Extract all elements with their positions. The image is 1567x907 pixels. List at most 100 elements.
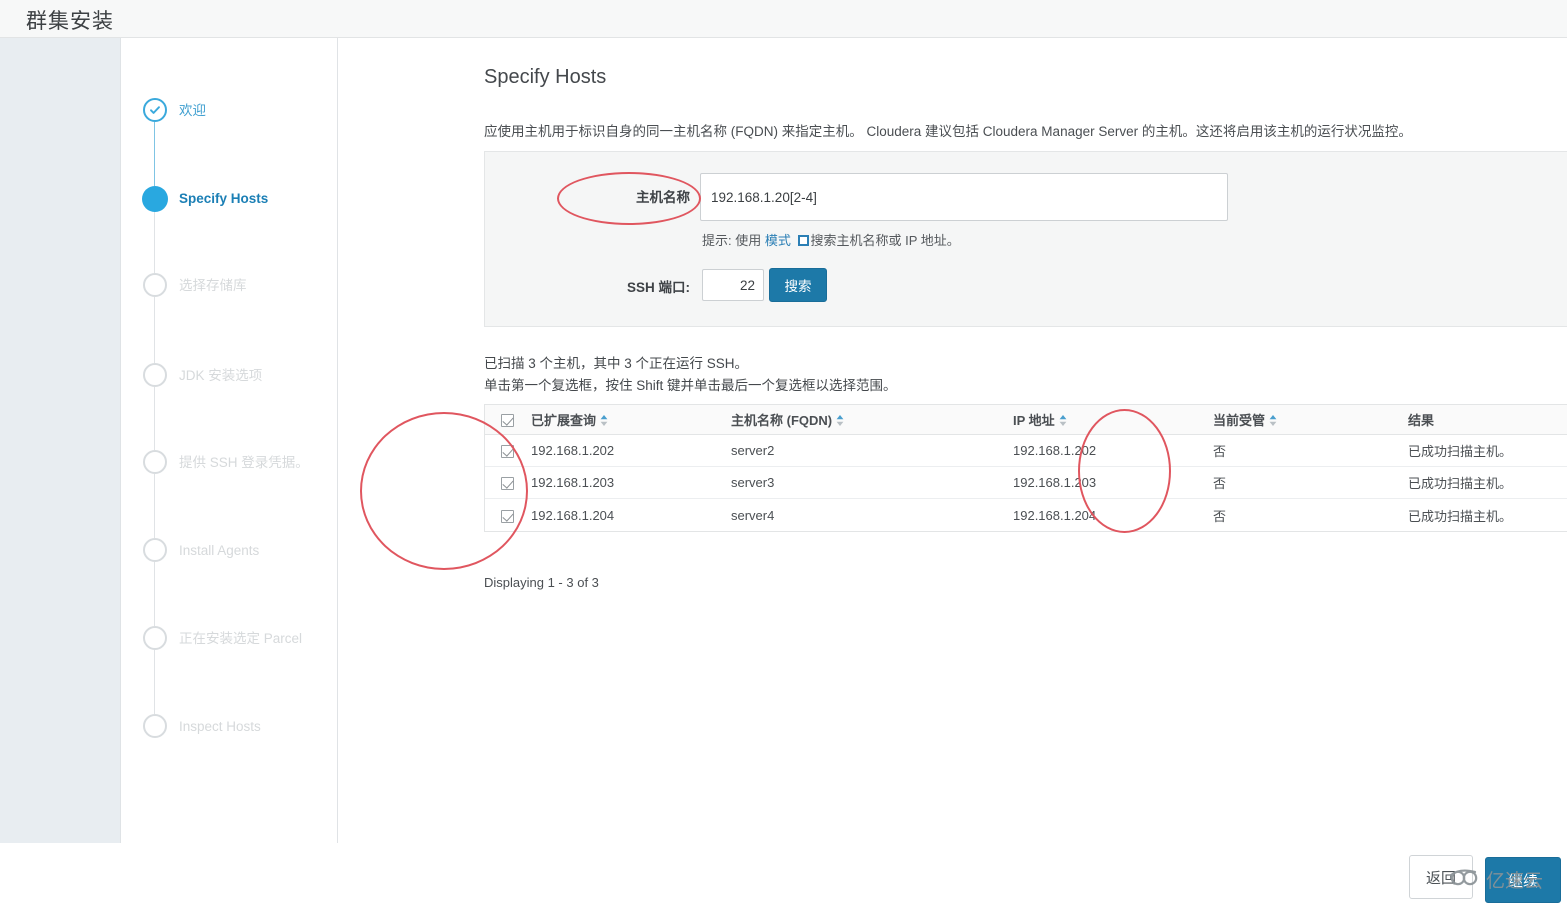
table-header-label: 已扩展查询 [531, 412, 597, 428]
cell-ip: 192.168.1.202 [1013, 443, 1097, 458]
ssh-port-label: SSH 端口: [626, 280, 690, 295]
cell-query: 192.168.1.204 [531, 507, 615, 523]
table-header-query[interactable]: 已扩展查询 [531, 410, 731, 429]
checkbox-icon [501, 477, 514, 491]
step-check-icon [143, 98, 167, 122]
table-header-managed[interactable]: 当前受管 [1213, 410, 1408, 429]
table-row[interactable]: 192.168.1.202 server2 192.168.1.202 否 已成功扫描主… [485, 435, 1567, 467]
checkbox-icon [501, 509, 514, 523]
row-checkbox[interactable] [485, 507, 531, 523]
stepper-item-label: Install Agents [179, 543, 260, 558]
step-empty-dot-icon [143, 538, 167, 562]
cell-fqdn: server4 [731, 507, 775, 523]
watermark-text: 亿速云 [1486, 871, 1544, 892]
cell-managed: 否 [1213, 444, 1227, 459]
page-title: 群集安装 [26, 10, 114, 33]
wizard-stepper: 欢迎 Specify Hosts 选择存储库 JDK 安装选项提供 SSH 登录凭据。… [121, 38, 338, 843]
hostname-hint: 提示: 使用 模式 搜索主机名称或 IP 地址。 [702, 230, 960, 249]
wizard-footer: 返回 继续 [0, 843, 1567, 907]
cloud-icon [1448, 867, 1482, 893]
step-empty-dot-icon [143, 626, 167, 650]
stepper-item-label: 欢迎 [179, 103, 206, 118]
cell-fqdn: server2 [731, 443, 775, 458]
section-heading: Specify Hosts [484, 66, 607, 88]
stepper-item-label: 提供 SSH 登录凭据。 [179, 455, 309, 470]
pattern-link[interactable]: 模式 [765, 233, 791, 248]
cell-result: 已成功扫描主机。 [1408, 476, 1513, 491]
table-header-label: 主机名称 (FQDN) [731, 412, 833, 428]
cell-ip: 192.168.1.204 [1013, 507, 1097, 523]
window-titlebar: 群集安装 [0, 0, 1567, 38]
step-connector [154, 474, 155, 538]
checkbox-icon [501, 445, 514, 459]
cell-managed: 否 [1213, 476, 1227, 491]
scan-summary: 已扫描 3 个主机，其中 3 个正在运行 SSH。 单击第一个复选框，按住 Sh… [484, 353, 897, 397]
sort-arrows-icon[interactable] [1059, 414, 1067, 429]
sort-arrows-icon[interactable] [1269, 414, 1277, 429]
cell-query: 192.168.1.203 [531, 475, 615, 490]
table-header-fqdn[interactable]: 主机名称 (FQDN) [731, 410, 1013, 429]
scan-summary-line-1: 已扫描 3 个主机，其中 3 个正在运行 SSH。 [484, 356, 749, 371]
table-header-result: 结果 [1408, 410, 1567, 429]
step-empty-dot-icon [143, 363, 167, 387]
cell-query: 192.168.1.202 [531, 443, 615, 458]
checkbox-icon [501, 414, 514, 428]
table-header-label: IP 地址 [1013, 412, 1055, 428]
pattern-square-icon [797, 235, 809, 246]
sort-arrows-icon[interactable] [836, 414, 844, 429]
table-header-ip[interactable]: IP 地址 [1013, 410, 1213, 429]
step-active-dot-icon [142, 186, 168, 212]
table-row[interactable]: 192.168.1.203 server3 192.168.1.203 否 已成功扫描主… [485, 467, 1567, 499]
stepper-item-label: Specify Hosts [179, 191, 269, 206]
stepper-item-6: Install Agents [121, 538, 338, 568]
stepper-item-1[interactable]: 欢迎 [121, 98, 338, 128]
search-button[interactable]: 搜索 [769, 268, 827, 302]
step-connector [154, 297, 155, 363]
row-checkbox[interactable] [485, 443, 531, 459]
wizard-container: 欢迎 Specify Hosts 选择存储库 JDK 安装选项提供 SSH 登录凭据。… [120, 38, 1567, 843]
pagination-status: Displaying 1 - 3 of 3 [484, 575, 599, 590]
main-panel: Specify Hosts 应使用主机用于标识自身的同一主机名称 (FQDN) … [339, 38, 1567, 843]
step-empty-dot-icon [143, 714, 167, 738]
stepper-item-label: 正在安装选定 Parcel [179, 631, 303, 646]
step-connector [154, 210, 155, 273]
stepper-item-label: 选择存储库 [179, 278, 247, 293]
step-connector [154, 387, 155, 450]
step-empty-dot-icon [143, 273, 167, 297]
row-checkbox[interactable] [485, 475, 531, 491]
cell-managed: 否 [1213, 508, 1227, 524]
table-header-row: 已扩展查询 主机名称 (FQDN) IP 地址 当前受管 结果 [485, 405, 1567, 435]
hosts-table: 已扩展查询 主机名称 (FQDN) IP 地址 当前受管 结果 192.168.1.202… [484, 404, 1567, 532]
step-connector [154, 562, 155, 626]
stepper-item-label: JDK 安装选项 [179, 368, 263, 383]
cell-result: 已成功扫描主机。 [1408, 444, 1513, 459]
stepper-item-2[interactable]: Specify Hosts [121, 186, 338, 216]
cell-result: 已成功扫描主机。 [1408, 508, 1513, 524]
step-connector [154, 122, 155, 186]
host-search-panel: 主机名称 提示: 使用 模式 搜索主机名称或 IP 地址。 SSH 端口: 搜索 [484, 151, 1567, 327]
stepper-item-label: Inspect Hosts [179, 719, 261, 734]
hint-suffix-text: 搜索主机名称或 IP 地址。 [810, 233, 960, 248]
scan-summary-line-2: 单击第一个复选框，按住 Shift 键并单击最后一个复选框以选择范围。 [484, 378, 897, 393]
table-header-label: 当前受管 [1213, 412, 1266, 428]
watermark: 亿速云 [1448, 866, 1543, 893]
hostname-label: 主机名称 [636, 190, 690, 205]
sort-arrows-icon[interactable] [600, 414, 608, 429]
cell-ip: 192.168.1.203 [1013, 475, 1097, 490]
stepper-item-7: 正在安装选定 Parcel [121, 626, 338, 656]
table-row[interactable]: 192.168.1.204 server4 192.168.1.204 否 已成功扫描主… [485, 499, 1567, 531]
cell-fqdn: server3 [731, 475, 775, 490]
hint-prefix-text: 提示: 使用 [702, 233, 762, 248]
stepper-item-8: Inspect Hosts [121, 714, 338, 744]
step-empty-dot-icon [143, 450, 167, 474]
table-header-label: 结果 [1408, 413, 1435, 428]
stepper-item-5: 提供 SSH 登录凭据。 [121, 450, 338, 480]
hostname-input[interactable] [700, 173, 1228, 221]
app-root: 群集安装 欢迎 Specify Hosts 选择存储库 JDK 安装选项提供 SSH … [0, 0, 1567, 907]
ssh-port-input[interactable] [702, 269, 764, 301]
stepper-item-4: JDK 安装选项 [121, 363, 338, 393]
section-description: 应使用主机用于标识自身的同一主机名称 (FQDN) 来指定主机。 Clouder… [484, 124, 1412, 139]
page-body: 欢迎 Specify Hosts 选择存储库 JDK 安装选项提供 SSH 登录凭据。… [0, 38, 1567, 843]
select-all-checkbox[interactable] [485, 412, 531, 428]
stepper-item-3: 选择存储库 [121, 273, 338, 303]
